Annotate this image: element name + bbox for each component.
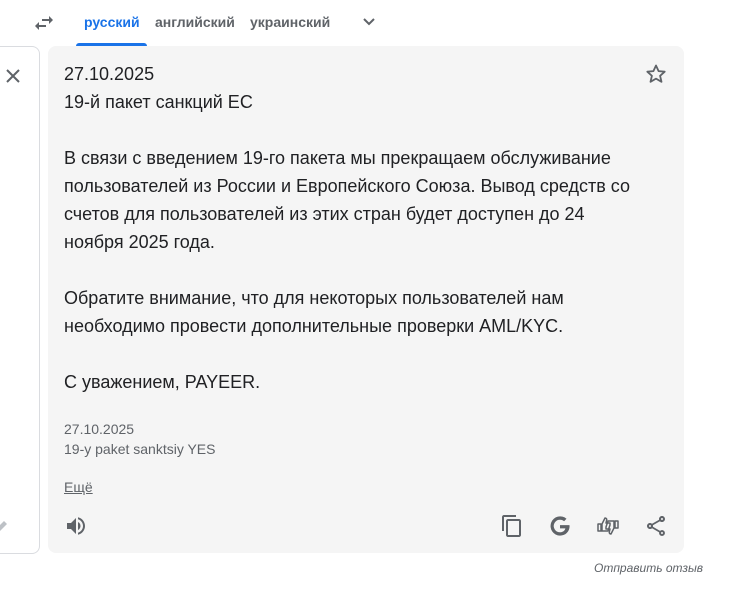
translation-line: 27.10.2025 <box>64 64 155 84</box>
translation-line: Обратите внимание, что для некоторых пол… <box>64 288 564 336</box>
tab-russian[interactable]: русский <box>84 14 140 30</box>
transliteration-line: 27.10.2025 <box>64 421 135 437</box>
pencil-icon <box>0 518 10 534</box>
rate-translation-icon[interactable] <box>596 514 620 538</box>
translation-line: В связи с введением 19-го пакета мы прек… <box>64 148 631 252</box>
send-feedback-link[interactable]: Отправить отзыв <box>594 561 703 575</box>
star-icon[interactable] <box>644 62 668 86</box>
translation-line: 19-й пакет санкций ЕС <box>64 92 253 112</box>
speaker-icon[interactable] <box>64 514 88 538</box>
translation-card: 27.10.2025 19-й пакет санкций ЕС В связи… <box>48 46 684 553</box>
swap-languages-icon[interactable] <box>32 11 56 35</box>
more-link[interactable]: Ещё <box>64 479 93 495</box>
translation-line: С уважением, PAYEER. <box>64 372 261 392</box>
tab-ukrainian[interactable]: украинский <box>250 14 330 30</box>
tab-english[interactable]: английский <box>155 14 235 30</box>
chevron-down-icon[interactable] <box>357 10 381 34</box>
transliteration: 27.10.2025 19-y paket sanktsiy YES <box>64 419 634 459</box>
share-icon[interactable] <box>644 514 668 538</box>
close-icon[interactable] <box>1 64 25 88</box>
top-bar: русский английский украинский <box>0 0 732 46</box>
google-icon[interactable] <box>548 514 572 538</box>
copy-icon[interactable] <box>500 514 524 538</box>
transliteration-line: 19-y paket sanktsiy YES <box>64 441 216 457</box>
translation-text: 27.10.2025 19-й пакет санкций ЕС В связи… <box>64 60 634 396</box>
source-panel <box>0 46 40 554</box>
